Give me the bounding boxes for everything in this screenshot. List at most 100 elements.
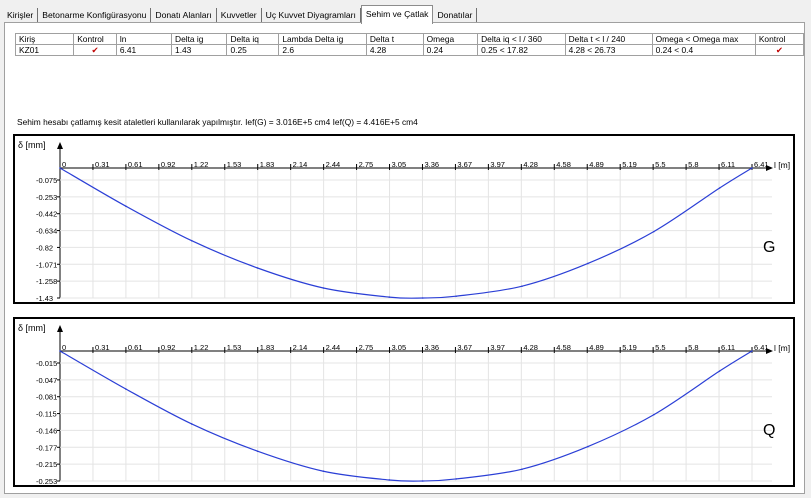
- tab-2[interactable]: Donatı Alanları: [151, 8, 217, 23]
- table-cell: ✔: [754, 44, 805, 56]
- data-point: [59, 167, 61, 169]
- data-point: [388, 479, 391, 481]
- data-point: [322, 287, 325, 289]
- x-tick-label: 0.31: [95, 343, 110, 352]
- sehim-panel: Kiriş Kontrol ln Delta ig Delta iq Lambda Del…: [4, 22, 805, 494]
- data-point: [256, 267, 259, 269]
- tab-0[interactable]: Kirişler: [3, 8, 39, 23]
- data-point: [587, 445, 589, 448]
- x-tick-label: 1.22: [194, 160, 209, 169]
- x-tick-label: 2.44: [326, 343, 341, 352]
- y-tick-label: -0.82: [36, 243, 53, 252]
- results-table: Kiriş Kontrol ln Delta ig Delta iq Lambda Del…: [14, 33, 805, 56]
- chart-title: G: [763, 239, 775, 256]
- column-header[interactable]: Delta ig: [171, 33, 228, 45]
- column-header[interactable]: Delta iq: [226, 33, 280, 45]
- x-tick-label: 3.97: [490, 160, 505, 169]
- column-header[interactable]: Kiriş: [14, 33, 75, 45]
- x-tick-label: 0.61: [128, 160, 143, 169]
- column-header[interactable]: Omega < Omega max: [651, 33, 756, 45]
- table-cell: 6.41: [115, 44, 173, 56]
- x-tick-label: 2.44: [326, 160, 341, 169]
- chart-q-svg: δ [mm] 0 0.31 0.61 0.92 1.22 1.53 1.83 2.14 2.44 2…: [18, 323, 790, 485]
- y-tick-label: -0.442: [36, 210, 57, 219]
- table-cell: 2.6: [278, 44, 367, 56]
- data-point: [718, 187, 721, 189]
- table-cell: 0.24 < 0.4: [651, 44, 756, 56]
- x-tick-label: 6.11: [721, 160, 735, 169]
- y-axis-arrow: [57, 142, 63, 149]
- y-tick-label: -1.258: [36, 277, 57, 286]
- tab-4[interactable]: Uç Kuvvet Diyagramları: [262, 8, 361, 23]
- x-tick-label: 4.89: [589, 343, 604, 352]
- x-tick-label: 0.92: [161, 160, 176, 169]
- tab-1[interactable]: Betonarme Konfigürasyonu: [38, 8, 152, 23]
- x-tick-label: 3.05: [392, 343, 407, 352]
- column-header[interactable]: Omega: [422, 33, 479, 45]
- column-header[interactable]: Delta t: [365, 33, 424, 45]
- data-point: [455, 295, 457, 297]
- data-point: [256, 450, 259, 452]
- table-header-row: Kiriş Kontrol ln Delta ig Delta iq Lambda Del…: [14, 33, 805, 45]
- data-point: [751, 350, 753, 352]
- data-point: [421, 297, 424, 299]
- deflection-curve: [59, 167, 753, 299]
- x-tick-label: 1.53: [227, 343, 242, 352]
- x-tick-label: 6.41: [754, 343, 769, 352]
- table-row[interactable]: KZ01 ✔ 6.41 1.43 0.25 2.6 4.28 0.24 0.25 < 17.82…: [14, 44, 805, 56]
- y-tick-label: -0.634: [36, 227, 57, 236]
- x-tick-label: 5.5: [655, 343, 665, 352]
- data-point: [718, 370, 721, 372]
- y-tick-label: -0.253: [36, 477, 57, 485]
- column-header[interactable]: Kontrol: [754, 33, 805, 45]
- table-cell: 1.43: [171, 44, 228, 56]
- tab-3[interactable]: Kuvvetler: [217, 8, 262, 23]
- x-tick-label: 0.92: [161, 343, 176, 352]
- x-tick-label: 3.36: [424, 160, 439, 169]
- x-tick-label: 3.36: [424, 343, 439, 352]
- y-tick-label: -0.075: [36, 176, 57, 185]
- tab-6[interactable]: Donatılar: [433, 8, 478, 23]
- x-tick-label: 5.5: [655, 160, 665, 169]
- x-tick-label: 5.8: [688, 160, 698, 169]
- y-axis-arrow: [57, 325, 63, 332]
- data-point: [59, 350, 61, 352]
- x-tick-label: 0.61: [128, 343, 143, 352]
- x-tick-label: 0.31: [95, 160, 110, 169]
- y-tick-label: -0.253: [36, 193, 57, 202]
- x-axis-label: l [m]: [774, 160, 790, 170]
- data-point: [190, 239, 193, 242]
- x-tick-label: 1.53: [227, 160, 242, 169]
- y-tick-label: -0.146: [36, 426, 57, 435]
- column-header[interactable]: Delta t < l / 240: [564, 33, 653, 45]
- data-point: [652, 230, 655, 233]
- x-tick-label: 6.41: [754, 160, 769, 169]
- column-header[interactable]: Delta iq < l / 360: [477, 33, 566, 45]
- x-tick-label: 5.19: [622, 160, 637, 169]
- y-tick-label: -0.215: [36, 460, 57, 469]
- x-tick-label: 0: [62, 160, 66, 169]
- x-tick-label: 3.67: [457, 343, 472, 352]
- table-cell: 0.24: [422, 44, 479, 56]
- data-point: [587, 262, 589, 265]
- x-tick-label: 2.75: [359, 343, 374, 352]
- x-tick-label: 6.11: [721, 343, 735, 352]
- x-tick-label: 0: [62, 343, 66, 352]
- deflection-chart-g: δ [mm] 0 0.31 0.61 0.92 1.22 1.53 1.83 2.14 2.44 2…: [13, 134, 795, 304]
- y-axis-label: δ [mm]: [18, 140, 46, 150]
- y-tick-label: -0.047: [36, 376, 57, 385]
- x-tick-label: 1.83: [260, 160, 275, 169]
- data-point: [751, 167, 753, 169]
- data-point: [521, 285, 523, 287]
- column-header[interactable]: Lambda Delta ig: [278, 33, 367, 45]
- column-header[interactable]: ln: [115, 33, 173, 45]
- x-tick-label: 1.22: [194, 343, 209, 352]
- x-tick-label: 4.58: [556, 343, 571, 352]
- column-header[interactable]: Kontrol: [73, 33, 117, 45]
- y-tick-label: -0.177: [36, 443, 57, 452]
- tab-5[interactable]: Sehim ve Çatlak: [360, 5, 434, 24]
- data-point: [125, 205, 127, 207]
- data-point: [455, 478, 457, 480]
- y-tick-label: -1.43: [36, 294, 53, 302]
- y-axis-label: δ [mm]: [18, 323, 46, 333]
